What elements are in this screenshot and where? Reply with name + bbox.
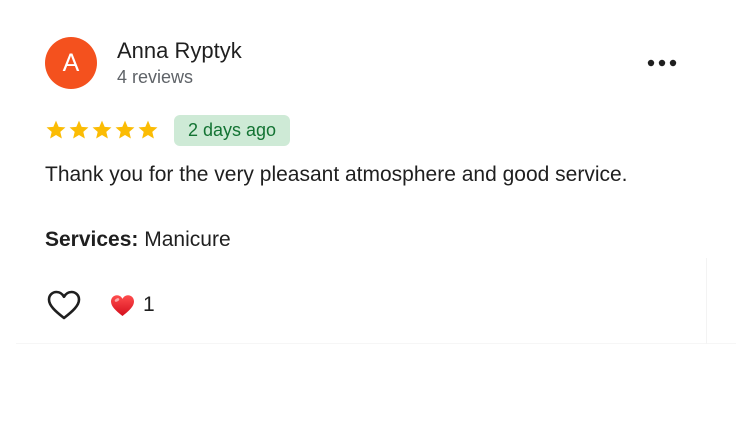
card-edge-divider (706, 258, 707, 344)
star-icon (138, 120, 158, 139)
author-name[interactable]: Anna Ryptyk (117, 38, 242, 64)
avatar[interactable]: A (45, 37, 97, 89)
review-date-badge: 2 days ago (174, 114, 291, 146)
like-button[interactable] (44, 286, 84, 324)
star-icon (69, 120, 89, 139)
review-card: A Anna Ryptyk 4 reviews 2 days ago Thank… (0, 0, 752, 440)
heart-outline-icon (47, 290, 81, 320)
red-heart-icon (111, 294, 134, 316)
star-icon (115, 120, 135, 139)
reaction-count: 1 (143, 293, 155, 316)
more-horizontal-icon (647, 59, 677, 67)
services-label: Services: (45, 228, 139, 251)
review-text: Thank you for the very pleasant atmosphe… (45, 163, 628, 186)
star-rating (45, 119, 159, 141)
star-icon (46, 120, 66, 139)
avatar-initial: A (62, 48, 80, 77)
reaction-summary[interactable]: 1 (110, 290, 155, 320)
services-line: Services: Manicure (45, 224, 231, 256)
card-bottom-divider (16, 343, 736, 344)
author-review-count[interactable]: 4 reviews (117, 67, 193, 88)
star-icon (92, 120, 112, 139)
services-value: Manicure (144, 228, 231, 251)
rating-row: 2 days ago (45, 114, 291, 146)
more-options-button[interactable] (642, 48, 682, 78)
